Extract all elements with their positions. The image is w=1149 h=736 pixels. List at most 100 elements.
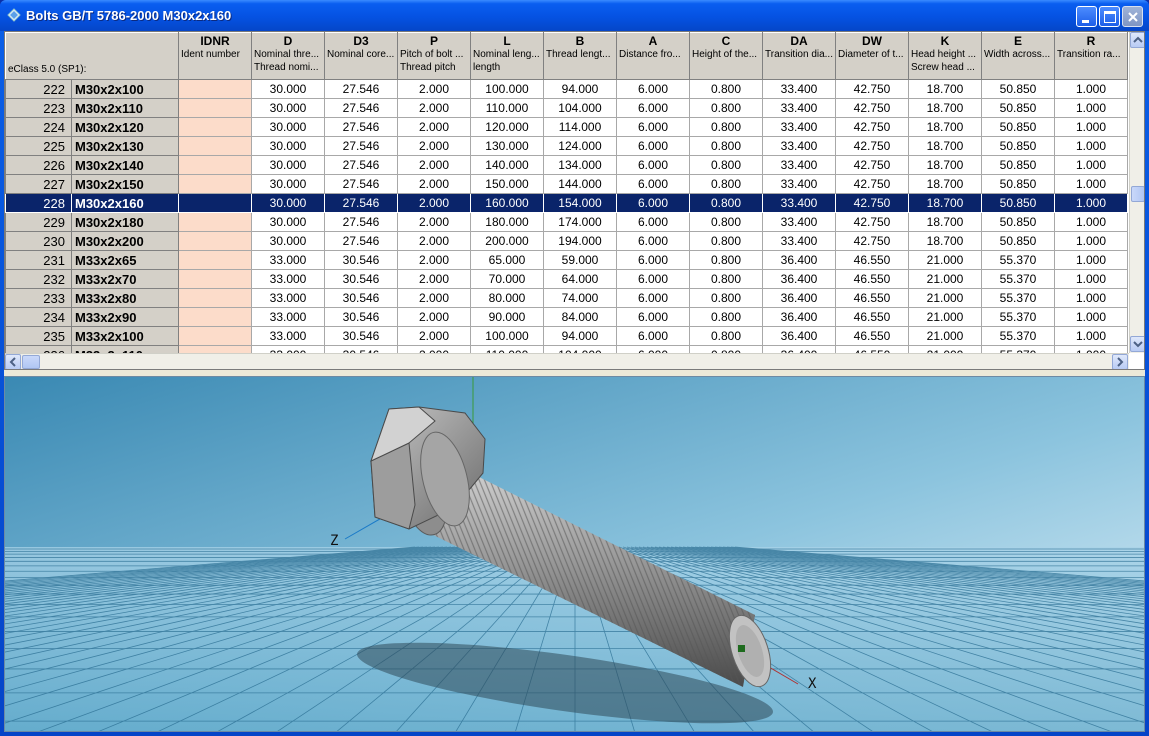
cell-b[interactable]: 74.000 [543, 288, 617, 308]
cell-d3[interactable]: 27.546 [324, 155, 398, 175]
cell-e[interactable]: 50.850 [981, 79, 1055, 99]
cell-b[interactable]: 124.000 [543, 136, 617, 156]
scroll-left-button[interactable] [5, 354, 21, 369]
cell-d3[interactable]: 30.546 [324, 326, 398, 346]
cell-dw[interactable]: 42.750 [835, 117, 909, 137]
cell-r[interactable]: 1.000 [1054, 79, 1128, 99]
row-designation[interactable]: M30x2x120 [71, 117, 179, 137]
cell-da[interactable]: 33.400 [762, 98, 836, 118]
cell-dw[interactable]: 42.750 [835, 79, 909, 99]
table-row[interactable]: 228 M30x2x160 30.000 27.546 2.000 160.000 154.… [5, 193, 1128, 213]
cell-da[interactable]: 36.400 [762, 326, 836, 346]
cell-a[interactable]: 6.000 [616, 193, 690, 213]
cell-da[interactable]: 36.400 [762, 269, 836, 289]
row-designation[interactable]: M30x2x100 [71, 79, 179, 99]
cell-dw[interactable]: 42.750 [835, 136, 909, 156]
cell-idnr[interactable] [178, 98, 252, 118]
cell-k[interactable]: 18.700 [908, 231, 982, 251]
cell-da[interactable]: 33.400 [762, 117, 836, 137]
cell-r[interactable]: 1.000 [1054, 136, 1128, 156]
cell-k[interactable]: 18.700 [908, 117, 982, 137]
cell-a[interactable]: 6.000 [616, 288, 690, 308]
row-designation[interactable]: M33x2x65 [71, 250, 179, 270]
cell-dw[interactable]: 42.750 [835, 231, 909, 251]
column-header-b[interactable]: B Thread lengt... [543, 32, 617, 80]
row-number[interactable]: 222 [5, 79, 72, 99]
cell-r[interactable]: 1.000 [1054, 155, 1128, 175]
row-number[interactable]: 227 [5, 174, 72, 194]
cell-d3[interactable]: 27.546 [324, 174, 398, 194]
cell-k[interactable]: 21.000 [908, 307, 982, 327]
cell-da[interactable]: 36.400 [762, 307, 836, 327]
vertical-scrollbar[interactable] [1129, 32, 1144, 353]
cell-idnr[interactable] [178, 307, 252, 327]
cell-a[interactable]: 6.000 [616, 326, 690, 346]
cell-p[interactable]: 2.000 [397, 155, 471, 175]
cell-d3[interactable]: 30.546 [324, 288, 398, 308]
row-designation[interactable]: M33x2x80 [71, 288, 179, 308]
cell-p[interactable]: 2.000 [397, 231, 471, 251]
title-bar[interactable]: Bolts GB/T 5786-2000 M30x2x160 [0, 0, 1149, 31]
cell-dw[interactable]: 42.750 [835, 155, 909, 175]
cell-l[interactable]: 180.000 [470, 212, 544, 232]
cell-p[interactable]: 2.000 [397, 117, 471, 137]
cell-r[interactable]: 1.000 [1054, 117, 1128, 137]
cell-d[interactable]: 30.000 [251, 79, 325, 99]
scroll-right-button[interactable] [1112, 354, 1128, 369]
cell-b[interactable]: 59.000 [543, 250, 617, 270]
cell-p[interactable]: 2.000 [397, 79, 471, 99]
cell-e[interactable]: 50.850 [981, 212, 1055, 232]
cell-c[interactable]: 0.800 [689, 79, 763, 99]
horizontal-scroll-thumb[interactable] [22, 355, 40, 369]
row-number[interactable]: 225 [5, 136, 72, 156]
cell-d[interactable]: 30.000 [251, 212, 325, 232]
cell-e[interactable]: 50.850 [981, 98, 1055, 118]
cell-dw[interactable]: 42.750 [835, 193, 909, 213]
column-header-idnr[interactable]: IDNR Ident number [178, 32, 252, 80]
column-header-da[interactable]: DA Transition dia... [762, 32, 836, 80]
cell-c[interactable]: 0.800 [689, 98, 763, 118]
cell-l[interactable]: 200.000 [470, 231, 544, 251]
column-header-l[interactable]: L Nominal leng... length [470, 32, 544, 80]
cell-dw[interactable]: 46.550 [835, 307, 909, 327]
cell-p[interactable]: 2.000 [397, 212, 471, 232]
cell-b[interactable]: 154.000 [543, 193, 617, 213]
table-row[interactable]: 227 M30x2x150 30.000 27.546 2.000 150.000 144.… [5, 174, 1128, 194]
cell-l[interactable]: 110.000 [470, 98, 544, 118]
cell-p[interactable]: 2.000 [397, 326, 471, 346]
cell-da[interactable]: 33.400 [762, 231, 836, 251]
cell-p[interactable]: 2.000 [397, 98, 471, 118]
row-designation[interactable]: M30x2x160 [71, 193, 179, 213]
cell-b[interactable]: 84.000 [543, 307, 617, 327]
column-header-k[interactable]: K Head height ... Screw head ... [908, 32, 982, 80]
cell-da[interactable]: 33.400 [762, 79, 836, 99]
table-row[interactable]: 232 M33x2x70 33.000 30.546 2.000 70.000 64.000… [5, 269, 1128, 289]
cell-a[interactable]: 6.000 [616, 98, 690, 118]
cell-r[interactable]: 1.000 [1054, 269, 1128, 289]
cell-d[interactable]: 30.000 [251, 117, 325, 137]
row-designation[interactable]: M33x2x90 [71, 307, 179, 327]
cell-k[interactable]: 18.700 [908, 79, 982, 99]
cell-p[interactable]: 2.000 [397, 307, 471, 327]
cell-p[interactable]: 2.000 [397, 269, 471, 289]
cell-d[interactable]: 33.000 [251, 307, 325, 327]
cell-b[interactable]: 134.000 [543, 155, 617, 175]
column-header-p[interactable]: P Pitch of bolt ... Thread pitch [397, 32, 471, 80]
row-designation[interactable]: M30x2x150 [71, 174, 179, 194]
cell-idnr[interactable] [178, 212, 252, 232]
cell-k[interactable]: 21.000 [908, 326, 982, 346]
cell-idnr[interactable] [178, 155, 252, 175]
cell-d3[interactable]: 27.546 [324, 136, 398, 156]
cell-r[interactable]: 1.000 [1054, 288, 1128, 308]
row-number[interactable]: 229 [5, 212, 72, 232]
cell-c[interactable]: 0.800 [689, 136, 763, 156]
cell-b[interactable]: 104.000 [543, 98, 617, 118]
cell-l[interactable]: 140.000 [470, 155, 544, 175]
cell-dw[interactable]: 42.750 [835, 98, 909, 118]
cell-p[interactable]: 2.000 [397, 136, 471, 156]
cell-k[interactable]: 21.000 [908, 288, 982, 308]
vertical-scroll-thumb[interactable] [1131, 186, 1144, 202]
cell-a[interactable]: 6.000 [616, 250, 690, 270]
cell-e[interactable]: 50.850 [981, 174, 1055, 194]
cell-b[interactable]: 114.000 [543, 117, 617, 137]
